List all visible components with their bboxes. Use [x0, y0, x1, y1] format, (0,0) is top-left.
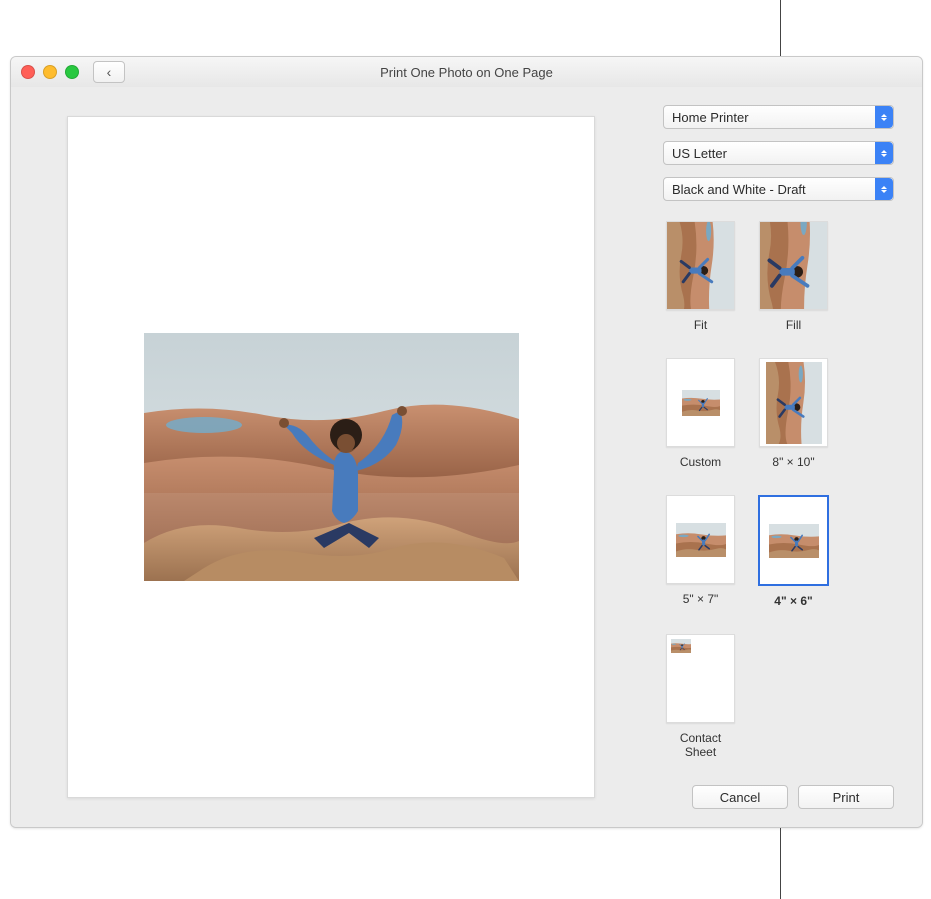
traffic-lights	[21, 65, 79, 79]
layout-option-custom[interactable]: Custom	[663, 358, 738, 469]
layout-thumb-fit[interactable]	[666, 221, 735, 310]
print-dialog-window: ‹ Print One Photo on One Page	[10, 56, 923, 828]
print-preview-area	[11, 87, 651, 827]
paper-size-popup[interactable]: US Letter	[663, 141, 894, 165]
preview-photo	[144, 333, 519, 581]
layout-label: 4" × 6"	[756, 592, 831, 608]
layout-option-8x10[interactable]: 8" × 10"	[756, 358, 831, 469]
close-icon[interactable]	[21, 65, 35, 79]
layout-option-4x6[interactable]: 4" × 6"	[756, 495, 831, 608]
quality-popup[interactable]: Black and White - Draft	[663, 177, 894, 201]
printer-value: Home Printer	[672, 110, 749, 125]
minimize-icon[interactable]	[43, 65, 57, 79]
layout-thumb-5x7[interactable]	[666, 495, 735, 584]
back-button[interactable]: ‹	[93, 61, 125, 83]
layout-option-5x7[interactable]: 5" × 7"	[663, 495, 738, 608]
paper-size-value: US Letter	[672, 146, 727, 161]
stepper-icon	[875, 142, 893, 164]
stepper-icon	[875, 106, 893, 128]
cancel-button[interactable]: Cancel	[692, 785, 788, 809]
layout-option-contact[interactable]: Contact Sheet	[663, 634, 738, 759]
layout-thumb-contact[interactable]	[666, 634, 735, 723]
window-title: Print One Photo on One Page	[11, 65, 922, 80]
callout-line-top	[780, 0, 781, 56]
chevron-left-icon: ‹	[107, 64, 112, 80]
zoom-icon[interactable]	[65, 65, 79, 79]
layout-thumb-8x10[interactable]	[759, 358, 828, 447]
dialog-footer: Cancel Print	[663, 771, 894, 811]
titlebar: ‹ Print One Photo on One Page	[11, 57, 922, 88]
print-options-sidebar: Home Printer US Letter Black and White -…	[651, 87, 922, 827]
layout-label: 8" × 10"	[756, 453, 831, 469]
print-button[interactable]: Print	[798, 785, 894, 809]
layout-label: Fill	[756, 316, 831, 332]
stepper-icon	[875, 178, 893, 200]
preview-paper	[67, 116, 595, 798]
layout-thumb-4x6[interactable]	[758, 495, 829, 586]
layout-option-fill[interactable]: Fill	[756, 221, 831, 332]
layout-label: Contact Sheet	[663, 729, 738, 759]
layout-label: Custom	[663, 453, 738, 469]
layout-thumb-custom[interactable]	[666, 358, 735, 447]
layout-thumb-fill[interactable]	[759, 221, 828, 310]
layout-options: Fit Fill Custom 8" × 10" 5" × 7" 4" × 6" Conta…	[663, 221, 894, 759]
layout-label: 5" × 7"	[663, 590, 738, 606]
layout-option-fit[interactable]: Fit	[663, 221, 738, 332]
printer-popup[interactable]: Home Printer	[663, 105, 894, 129]
layout-label: Fit	[663, 316, 738, 332]
quality-value: Black and White - Draft	[672, 182, 806, 197]
